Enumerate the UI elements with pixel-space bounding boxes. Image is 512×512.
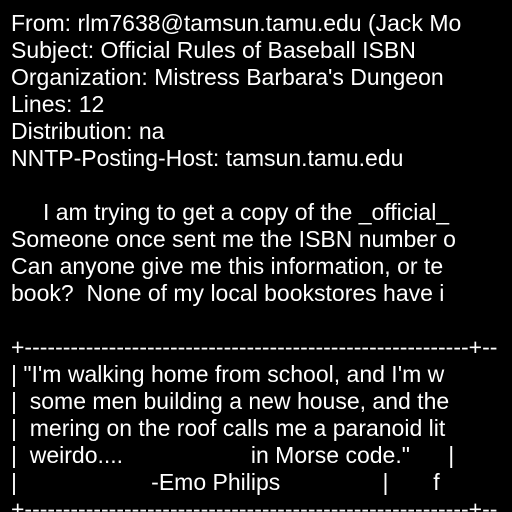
body-line: book? None of my local bookstores have i [11,280,445,306]
header-from: From: rlm7638@tamsun.tamu.edu (Jack Mo [11,10,462,36]
signature-quote-line: | "I'm walking home from school, and I'm… [11,361,445,387]
header-nntp-host: NNTP-Posting-Host: tamsun.tamu.edu [11,145,404,171]
header-distribution: Distribution: na [11,118,165,144]
body-line: Someone once sent me the ISBN number o [11,226,456,252]
newsgroup-message: From: rlm7638@tamsun.tamu.edu (Jack Mo S… [0,0,512,512]
signature-quote-line: | mering on the roof calls me a paranoid… [11,415,446,441]
header-lines: Lines: 12 [11,91,105,117]
signature-attribution: | -Emo Philips | f [11,469,440,495]
signature-border-bottom: +---------------------------------------… [11,496,498,512]
signature-quote-line: | some men building a new house, and the [11,388,450,414]
signature-border-top: +---------------------------------------… [11,334,498,360]
signature-quote-line: | weirdo.... in Morse code." | [11,442,455,468]
header-organization: Organization: Mistress Barbara's Dungeon [11,64,444,90]
header-subject: Subject: Official Rules of Baseball ISBN [11,37,416,63]
body-line: I am trying to get a copy of the _offici… [11,199,450,225]
body-line: Can anyone give me this information, or … [11,253,444,279]
